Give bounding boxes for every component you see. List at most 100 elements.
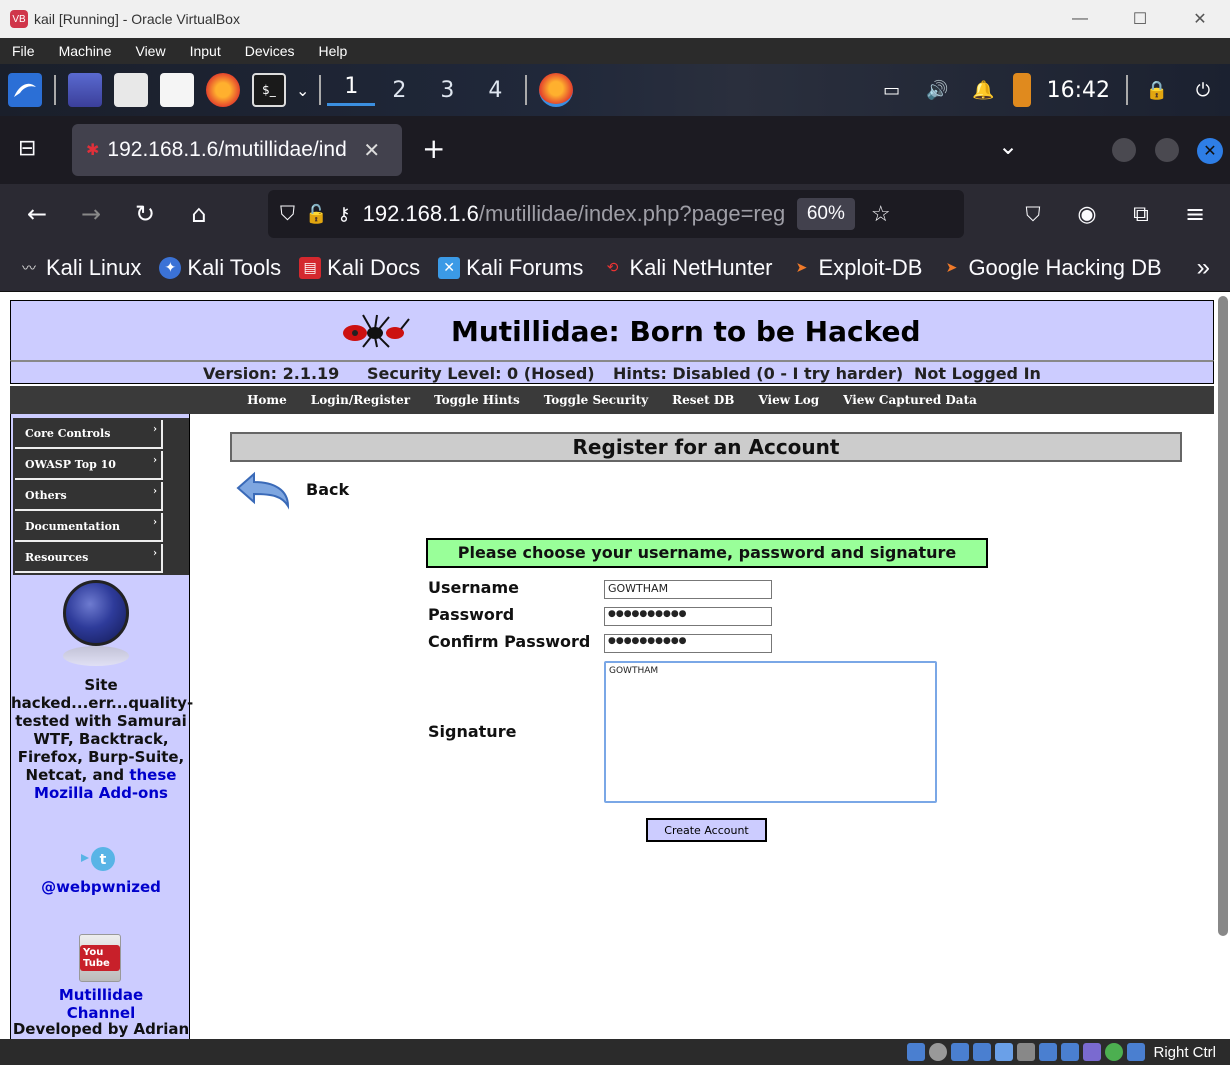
menu-input[interactable]: Input [178, 43, 233, 59]
workspace-preview-icon[interactable] [68, 73, 102, 107]
url-bar[interactable]: ⛉ 🔓 ⚷ 192.168.1.6 /mutillidae/index.php?… [268, 190, 964, 238]
browser-tab[interactable]: ✱ 192.168.1.6/mutillidae/ind ✕ [72, 124, 402, 176]
nav-toggle-hints[interactable]: Toggle Hints [434, 393, 520, 407]
file-manager-icon[interactable] [114, 73, 148, 107]
notification-bell-icon[interactable]: 🔔 [967, 73, 1001, 107]
chevron-down-icon[interactable]: ⌄ [296, 81, 309, 100]
twitter-bird-icon[interactable]: t [79, 844, 123, 874]
workspace-1[interactable]: 1 [327, 74, 376, 106]
back-arrow-icon[interactable] [234, 470, 292, 516]
maximize-button[interactable]: ☐ [1110, 0, 1170, 38]
site-title: Mutillidae: Born to be Hacked [451, 315, 921, 348]
bookmark-label: Kali NetHunter [629, 254, 773, 280]
bookmark-kali-forums[interactable]: ✕ Kali Forums [438, 255, 583, 281]
bookmark-star-icon[interactable]: ☆ [871, 201, 891, 227]
menu-machine[interactable]: Machine [47, 43, 124, 59]
pocket-icon[interactable]: ⛉ [1006, 202, 1060, 226]
signature-textarea[interactable]: GOWTHAM [604, 661, 937, 803]
guest-additions-icon[interactable] [1083, 1043, 1102, 1061]
side-menu-core-controls[interactable]: Core Controls › [15, 420, 163, 449]
volume-icon[interactable]: 🔊 [921, 73, 955, 107]
side-menu-owasp-top-10[interactable]: OWASP Top 10 › [15, 451, 163, 480]
page-scrollbar[interactable] [1218, 296, 1228, 936]
confirm-password-field[interactable]: ●●●●●●●●●● [604, 634, 772, 653]
menu-help[interactable]: Help [307, 43, 360, 59]
nav-home[interactable]: Home [247, 393, 287, 407]
taskbar-separator [319, 75, 322, 105]
tab-close-icon[interactable]: ✕ [363, 138, 380, 163]
menu-file[interactable]: File [0, 43, 47, 59]
kali-menu-icon[interactable] [8, 73, 42, 107]
bookmarks-overflow-icon[interactable]: » [1197, 254, 1210, 282]
window-maximize-icon[interactable] [1155, 138, 1179, 162]
battery-icon[interactable] [1012, 73, 1031, 107]
bookmark-kali-docs[interactable]: ▤ Kali Docs [299, 255, 420, 281]
tracking-shield-icon[interactable]: ⛉ [280, 203, 295, 226]
bookmark-kali-tools[interactable]: ✦ Kali Tools [159, 255, 281, 281]
firefox-window-icon[interactable] [539, 73, 574, 107]
network-icon[interactable] [973, 1043, 992, 1061]
mouse-integration-icon[interactable] [1127, 1043, 1146, 1061]
youtube-icon[interactable]: You Tube [79, 934, 121, 982]
firefox-icon[interactable] [206, 73, 240, 107]
forward-arrow-icon[interactable]: → [64, 200, 118, 228]
zoom-indicator[interactable]: 60% [796, 198, 855, 230]
key-icon[interactable]: ⚷ [337, 204, 350, 225]
tab-overview-icon[interactable]: ⊟ [18, 136, 36, 161]
recording-icon[interactable] [1061, 1043, 1080, 1061]
nav-login-register[interactable]: Login/Register [311, 393, 410, 407]
side-menu-others[interactable]: Others › [15, 482, 163, 511]
exploit-db-icon: ➤ [795, 259, 808, 275]
nav-view-log[interactable]: View Log [758, 393, 819, 407]
workspace-2[interactable]: 2 [375, 78, 423, 103]
monitor-icon[interactable]: ▭ [875, 73, 909, 107]
usb-icon[interactable] [995, 1043, 1014, 1061]
password-label: Password [428, 605, 515, 624]
new-tab-button[interactable]: + [422, 132, 445, 165]
reload-icon[interactable]: ↻ [118, 200, 172, 228]
password-field[interactable]: ●●●●●●●●●● [604, 607, 772, 626]
nav-toggle-security[interactable]: Toggle Security [544, 393, 648, 407]
nav-view-captured-data[interactable]: View Captured Data [843, 393, 977, 407]
menu-view[interactable]: View [123, 43, 177, 59]
hamburger-menu-icon[interactable]: ≡ [1168, 200, 1222, 228]
side-menu-resources[interactable]: Resources › [15, 544, 163, 573]
workspace-4[interactable]: 4 [471, 78, 519, 103]
audio-icon[interactable] [951, 1043, 970, 1061]
minimize-button[interactable]: — [1050, 0, 1110, 38]
workspace-3[interactable]: 3 [423, 78, 471, 103]
optical-drive-icon[interactable] [929, 1043, 948, 1061]
window-close-icon[interactable]: ✕ [1197, 138, 1223, 164]
clock[interactable]: 16:42 [1047, 78, 1110, 103]
ant-favicon-icon: ✱ [86, 142, 100, 159]
back-link[interactable]: Back [306, 480, 349, 499]
back-arrow-icon[interactable]: ← [10, 200, 64, 228]
power-icon[interactable]: ⏻ [1186, 73, 1220, 107]
nav-reset-db[interactable]: Reset DB [672, 393, 734, 407]
shared-folders-icon[interactable] [1017, 1043, 1036, 1061]
owasp-logo-icon[interactable] [63, 580, 129, 646]
insecure-lock-icon[interactable]: 🔓 [305, 204, 327, 225]
close-button[interactable]: ✕ [1170, 0, 1230, 38]
bookmark-kali-linux[interactable]: 〰 Kali Linux [18, 255, 141, 281]
harddisk-icon[interactable] [907, 1043, 926, 1061]
bookmark-google-hacking-db[interactable]: ➤ Google Hacking DB [940, 255, 1162, 281]
list-tabs-chevron-icon[interactable]: ⌄ [998, 132, 1018, 160]
username-field[interactable]: GOWTHAM [604, 580, 772, 599]
mutillidae-channel-link[interactable]: Mutillidae Channel [11, 986, 191, 1022]
extensions-icon[interactable]: ⧉ [1114, 202, 1168, 227]
lock-icon[interactable]: 🔒 [1140, 73, 1174, 107]
window-minimize-icon[interactable] [1112, 138, 1136, 162]
terminal-icon[interactable]: $_ [252, 73, 286, 107]
bookmark-kali-nethunter[interactable]: ⟲ Kali NetHunter [601, 254, 773, 281]
twitter-handle-link[interactable]: @webpwnized [11, 878, 191, 896]
bookmark-exploit-db[interactable]: ➤ Exploit-DB [791, 255, 923, 281]
text-editor-icon[interactable] [160, 73, 194, 107]
create-account-button[interactable]: Create Account [646, 818, 767, 842]
side-menu-documentation[interactable]: Documentation › [15, 513, 163, 542]
account-icon[interactable]: ◉ [1060, 202, 1114, 227]
cpu-icon[interactable] [1105, 1043, 1124, 1061]
home-icon[interactable]: ⌂ [172, 200, 226, 228]
menu-devices[interactable]: Devices [233, 43, 307, 59]
display-icon[interactable] [1039, 1043, 1058, 1061]
